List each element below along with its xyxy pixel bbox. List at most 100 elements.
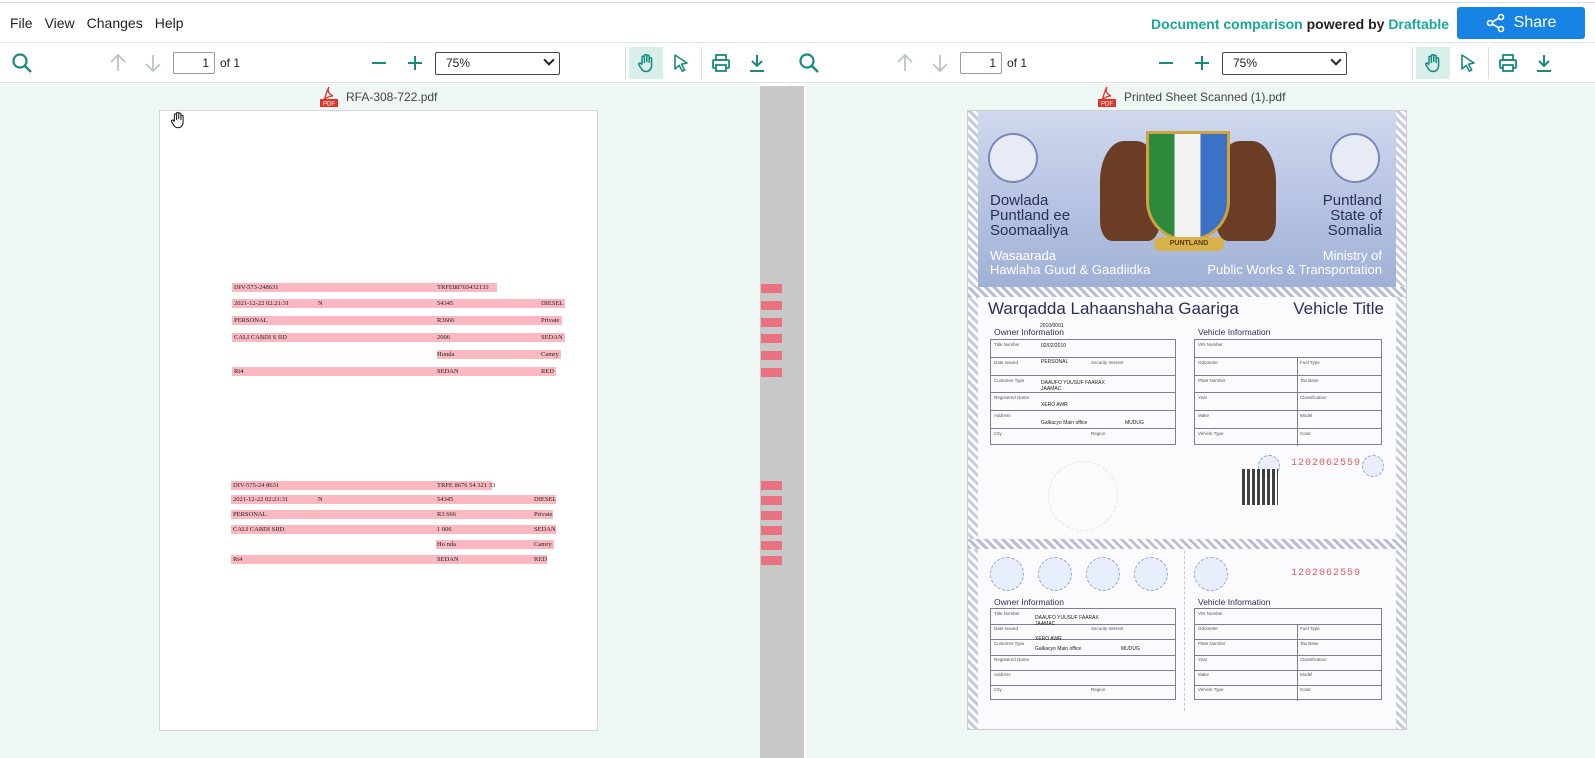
divider — [1412, 47, 1413, 79]
field-label: Date Issued — [994, 360, 1019, 365]
right-select-tool-icon[interactable] — [1456, 51, 1480, 75]
border-pattern — [968, 287, 1406, 297]
field-label: Customer Type — [994, 641, 1025, 646]
right-search-icon[interactable] — [797, 51, 821, 75]
row3-col3: R3 666 — [437, 511, 456, 518]
change-marker[interactable] — [761, 334, 782, 343]
share-button[interactable]: Share — [1457, 7, 1585, 39]
field-label: Customer Type — [994, 378, 1025, 383]
right-zoom-out-icon[interactable] — [1154, 51, 1178, 75]
main-menu: File View Changes Help — [4, 15, 190, 31]
change-marker[interactable] — [761, 511, 782, 520]
row2-col3: 54345 — [437, 300, 454, 307]
vehicle-info-heading: Vehicle Information — [1198, 327, 1271, 337]
row1-col1: DIV-573-248631 — [234, 284, 279, 291]
field-value: PERSONAL — [1041, 359, 1069, 365]
field-label: Vehicle Type — [1198, 687, 1224, 692]
left-download-icon[interactable] — [745, 51, 769, 75]
left-page-input[interactable]: 1 — [173, 52, 215, 74]
left-zoom-out-icon[interactable] — [367, 51, 391, 75]
divider — [701, 47, 702, 79]
change-marker[interactable] — [761, 368, 782, 377]
change-highlight[interactable] — [232, 367, 556, 376]
left-ministry-line: Wasaarada — [990, 248, 1056, 263]
right-title-line: State of — [1330, 207, 1382, 224]
field-label: Address — [994, 672, 1011, 677]
share-icon — [1486, 13, 1504, 33]
menu-view[interactable]: View — [39, 15, 81, 31]
right-next-change-icon[interactable] — [928, 51, 952, 75]
change-marker[interactable] — [761, 526, 782, 535]
change-highlight[interactable] — [231, 510, 553, 519]
change-marker[interactable] — [761, 556, 782, 565]
change-marker[interactable] — [761, 301, 782, 310]
left-title: Dowlada Puntland ee Soomaaliya — [990, 193, 1070, 238]
change-marker[interactable] — [761, 541, 782, 550]
chevron-down-icon — [543, 54, 555, 66]
right-prev-change-icon[interactable] — [893, 51, 917, 75]
field-label: Model — [1300, 672, 1313, 677]
left-prev-change-icon[interactable] — [106, 51, 130, 75]
menu-changes[interactable]: Changes — [81, 15, 149, 31]
change-marker[interactable] — [761, 284, 782, 293]
vehicle-info-heading: Vehicle Information — [1198, 597, 1271, 607]
change-highlight[interactable] — [231, 555, 547, 564]
change-scrollbar[interactable] — [760, 86, 804, 758]
field-label: Region — [1091, 687, 1106, 692]
right-page-count: of 1 — [1007, 56, 1028, 70]
vehicle-info-box: VIN Number Odometer Fuel Type Plate Numb… — [1194, 339, 1382, 446]
row2-col4: DIESEL — [541, 300, 564, 307]
left-ministry: Wasaarada Hawlaha Guud & Gaadiidka — [990, 249, 1150, 277]
row6-col1: Rt4 — [234, 368, 244, 375]
field-value: DAAUFO YUUSUF FAARAX JAAMAC — [1041, 380, 1105, 392]
change-marker[interactable] — [761, 481, 782, 490]
right-zoom-select[interactable]: 75% — [1222, 52, 1347, 75]
right-zoom-in-icon[interactable] — [1190, 51, 1214, 75]
row4-col3: 2006 — [437, 334, 450, 341]
seal-emblem — [988, 133, 1038, 183]
left-select-tool-icon[interactable] — [669, 51, 693, 75]
field-value: XERO AWR — [1041, 402, 1068, 408]
change-marker[interactable] — [761, 351, 782, 360]
divider — [1184, 551, 1185, 711]
row2-col1: 2021-12-22 02:21:31 — [233, 496, 289, 503]
right-print-icon[interactable] — [1496, 51, 1520, 75]
right-toolbar: 1 of 1 75% — [787, 43, 1595, 83]
left-ministry-line: Hawlaha Guud & Gaadiidka — [990, 262, 1151, 277]
left-print-icon[interactable] — [709, 51, 733, 75]
serial-number: 1202062559 — [1291, 568, 1362, 579]
right-page[interactable]: PUNTLAND Dowlada Puntland ee Soomaaliya … — [967, 110, 1407, 730]
left-page[interactable] — [159, 110, 598, 731]
change-marker[interactable] — [761, 496, 782, 505]
right-page-input[interactable]: 1 — [960, 52, 1002, 74]
field-label: Odometer — [1198, 626, 1219, 631]
left-pan-tool-icon[interactable] — [629, 47, 663, 79]
row3-col4: Private — [534, 511, 553, 518]
right-download-icon[interactable] — [1532, 51, 1556, 75]
field-label: Plate Number — [1198, 378, 1226, 383]
row6-col4: RED — [534, 556, 547, 563]
left-title-line: Dowlada — [990, 192, 1049, 209]
right-pan-tool-icon[interactable] — [1416, 47, 1450, 79]
menu-file[interactable]: File — [4, 15, 39, 31]
row4-col4: SEDAN — [534, 526, 556, 533]
field-value: MUDUG — [1121, 646, 1140, 652]
row3-col3: R3666 — [437, 317, 455, 324]
left-filename: RFA-308-722.pdf — [346, 90, 438, 104]
menu-help[interactable]: Help — [149, 15, 190, 31]
row3-col1: PERSONAL — [234, 317, 268, 324]
row6-col1: Rt4 — [233, 556, 243, 563]
brand-powered-by: powered by — [1306, 16, 1385, 32]
change-highlight[interactable] — [232, 316, 562, 325]
left-next-change-icon[interactable] — [141, 51, 165, 75]
row1-col1: DIV-575-24 8631 — [233, 482, 280, 489]
left-zoom-select[interactable]: 75% — [435, 52, 560, 75]
change-marker[interactable] — [761, 318, 782, 327]
left-search-icon[interactable] — [10, 51, 34, 75]
field-label: Tax Base — [1300, 378, 1319, 383]
row2-col3: 54345 — [437, 496, 454, 503]
left-zoom-in-icon[interactable] — [403, 51, 427, 75]
field-label: Fuel Type — [1300, 360, 1320, 365]
left-title-line: Soomaaliya — [990, 222, 1069, 239]
brand-draftable[interactable]: Draftable — [1388, 16, 1449, 32]
